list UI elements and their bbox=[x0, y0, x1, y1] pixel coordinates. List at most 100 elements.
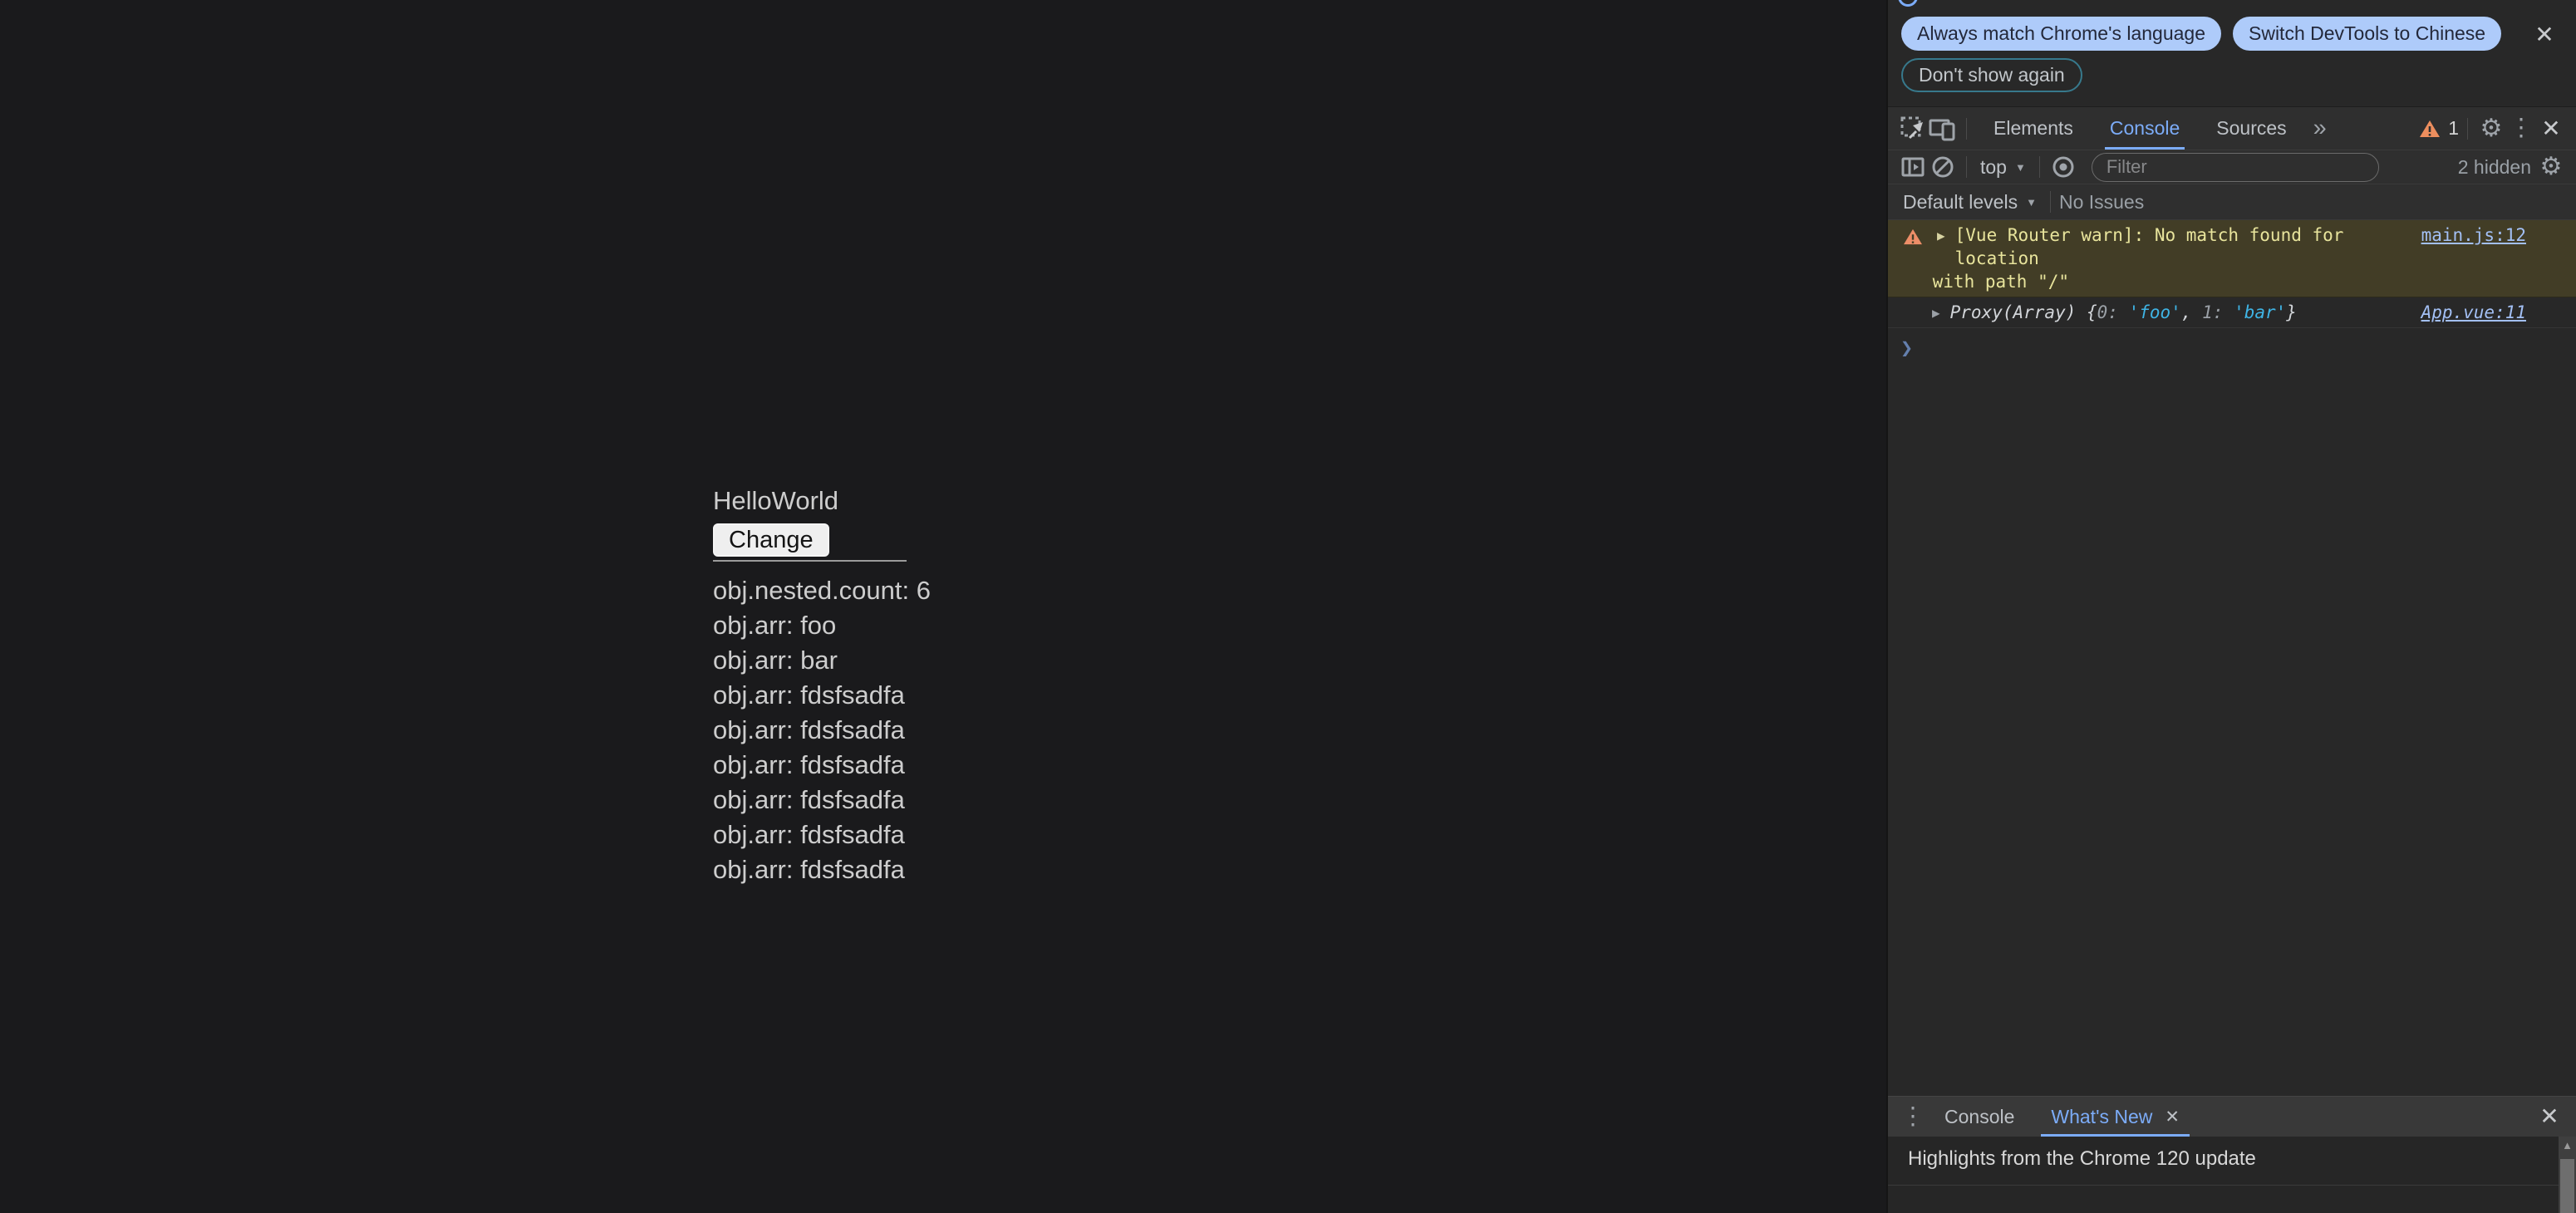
inspect-element-button[interactable] bbox=[1898, 114, 1928, 144]
chevron-down-icon: ▼ bbox=[2015, 161, 2026, 174]
source-link[interactable]: App.vue:11 bbox=[2421, 301, 2526, 324]
javascript-context-selector[interactable]: top ▼ bbox=[1975, 156, 2031, 179]
gear-icon: ⚙ bbox=[2480, 116, 2503, 141]
console-warning-row: ▶ [Vue Router warn]: No match found for … bbox=[1888, 220, 2576, 297]
drawer-tab-whats-new[interactable]: What's New ✕ bbox=[2033, 1097, 2198, 1137]
change-button[interactable]: Change bbox=[713, 523, 829, 557]
tab-console[interactable]: Console bbox=[2092, 107, 2198, 150]
always-match-language-button[interactable]: Always match Chrome's language bbox=[1901, 17, 2221, 51]
divider bbox=[1966, 156, 1967, 178]
issues-status[interactable]: No Issues bbox=[2059, 191, 2144, 214]
divider bbox=[2039, 156, 2040, 178]
array-key: 1 bbox=[2202, 302, 2213, 322]
comma: , bbox=[2181, 302, 2202, 322]
scrollbar[interactable]: ▲ bbox=[2559, 1137, 2576, 1213]
devtools-close-button[interactable]: ✕ bbox=[2536, 114, 2566, 144]
list-item: obj.nested.count: 6 bbox=[713, 573, 931, 608]
kebab-menu-icon: ⋮ bbox=[2510, 116, 2534, 140]
expand-arrow-icon[interactable]: ▶ bbox=[1937, 228, 1945, 243]
chevron-down-icon: ▼ bbox=[2026, 196, 2037, 209]
list-item: obj.arr: fdsfsadfa bbox=[713, 852, 931, 887]
language-banner-actions: Always match Chrome's language Switch De… bbox=[1901, 17, 2501, 51]
banner-close-button[interactable]: ✕ bbox=[2529, 20, 2559, 50]
console-log-row: ▶ Proxy(Array) {0: 'foo', 1: 'bar'} App.… bbox=[1888, 297, 2576, 328]
string-value: 'foo' bbox=[2129, 302, 2181, 322]
switch-devtools-language-button[interactable]: Switch DevTools to Chinese bbox=[2233, 17, 2501, 51]
colon: : bbox=[2213, 302, 2234, 322]
device-toolbar-icon bbox=[1929, 115, 1957, 142]
levels-label: Default levels bbox=[1903, 191, 2018, 214]
close-icon: ✕ bbox=[2539, 1105, 2559, 1128]
clear-console-button[interactable] bbox=[1928, 152, 1958, 182]
colon: : bbox=[2107, 302, 2128, 322]
warning-line-2: with path "/" bbox=[1933, 270, 2411, 293]
whats-new-heading: Highlights from the Chrome 120 update bbox=[1908, 1147, 2256, 1171]
device-toolbar-button[interactable] bbox=[1928, 114, 1958, 144]
inspect-cursor-icon bbox=[1900, 115, 1926, 142]
brace-close: } bbox=[2286, 302, 2297, 322]
devtools-menu-button[interactable]: ⋮ bbox=[2506, 114, 2536, 144]
clear-icon bbox=[1930, 155, 1955, 179]
dont-show-again-button[interactable]: Don't show again bbox=[1901, 58, 2082, 92]
console-toolbar: top ▼ 2 hidden ⚙ bbox=[1888, 150, 2576, 184]
drawer: ⋮ Console What's New ✕ ✕ Highlights from… bbox=[1888, 1096, 2576, 1213]
console-messages: ▶ [Vue Router warn]: No match found for … bbox=[1888, 219, 2576, 1096]
console-filter-bar: Default levels ▼ No Issues bbox=[1888, 184, 2576, 219]
sidebar-panel-icon bbox=[1900, 155, 1925, 179]
warning-triangle-icon bbox=[2419, 119, 2441, 139]
list-item: obj.arr: fdsfsadfa bbox=[713, 713, 931, 748]
list-item: obj.arr: bar bbox=[713, 643, 931, 678]
whats-new-panel: Highlights from the Chrome 120 update ▲ bbox=[1888, 1137, 2576, 1213]
page-title: HelloWorld bbox=[713, 486, 931, 516]
divider bbox=[1888, 1185, 2559, 1186]
warning-line-1: [Vue Router warn]: No match found for lo… bbox=[1955, 223, 2411, 270]
web-page-content: HelloWorld Change obj.nested.count: 6 ob… bbox=[713, 486, 931, 887]
devtools-tabbar: Elements Console Sources » 1 ⚙ ⋮ ✕ bbox=[1888, 106, 2576, 150]
console-prompt[interactable]: ❯ bbox=[1888, 328, 2576, 360]
context-label: top bbox=[1980, 156, 2007, 179]
warning-count: 1 bbox=[2448, 117, 2459, 140]
eye-icon bbox=[2051, 155, 2076, 179]
warnings-badge[interactable]: 1 bbox=[2419, 117, 2459, 140]
divider bbox=[2050, 191, 2051, 213]
scroll-up-arrow-icon[interactable]: ▲ bbox=[2559, 1139, 2576, 1152]
close-icon: ✕ bbox=[2541, 117, 2560, 140]
hidden-messages-toggle[interactable]: 2 hidden bbox=[2458, 156, 2531, 179]
drawer-menu-button[interactable]: ⋮ bbox=[1900, 1102, 1926, 1132]
tab-sources[interactable]: Sources bbox=[2198, 107, 2304, 150]
devtools-settings-button[interactable]: ⚙ bbox=[2476, 114, 2506, 144]
list-item: obj.arr: fdsfsadfa bbox=[713, 678, 931, 713]
console-empty-space bbox=[1888, 360, 2576, 1096]
log-message-text: Proxy(Array) {0: 'foo', 1: 'bar'} bbox=[1950, 301, 2411, 324]
console-settings-button[interactable]: ⚙ bbox=[2536, 152, 2566, 182]
list-item: obj.arr: fdsfsadfa bbox=[713, 748, 931, 783]
console-sidebar-button[interactable] bbox=[1898, 152, 1928, 182]
list-item: obj.arr: fdsfsadfa bbox=[713, 783, 931, 818]
expand-arrow-icon[interactable]: ▶ bbox=[1932, 305, 1940, 321]
list-item: obj.arr: foo bbox=[713, 608, 931, 643]
language-banner: Always match Chrome's language Switch De… bbox=[1888, 0, 2576, 106]
globe-icon bbox=[1898, 0, 1918, 7]
drawer-tab-console[interactable]: Console bbox=[1926, 1097, 2033, 1137]
source-link[interactable]: main.js:12 bbox=[2421, 223, 2526, 247]
more-tabs-button[interactable]: » bbox=[2305, 115, 2335, 142]
kebab-menu-icon: ⋮ bbox=[1901, 1105, 1925, 1129]
drawer-close-button[interactable]: ✕ bbox=[2534, 1102, 2564, 1132]
warning-triangle-icon bbox=[1903, 228, 1923, 246]
list-item: obj.arr: fdsfsadfa bbox=[713, 818, 931, 852]
proxy-label: Proxy(Array) bbox=[1950, 302, 2077, 322]
devtools-panel: Always match Chrome's language Switch De… bbox=[1886, 0, 2576, 1213]
gear-icon: ⚙ bbox=[2540, 155, 2563, 179]
console-filter-input[interactable] bbox=[2092, 153, 2379, 182]
divider bbox=[2467, 118, 2468, 140]
divider bbox=[1966, 118, 1967, 140]
scrollbar-thumb[interactable] bbox=[2560, 1159, 2574, 1213]
array-key: 0 bbox=[2097, 302, 2108, 322]
brace-open: { bbox=[2076, 302, 2097, 322]
drawer-tabbar: ⋮ Console What's New ✕ ✕ bbox=[1888, 1097, 2576, 1137]
prompt-chevron-icon: ❯ bbox=[1900, 336, 1913, 360]
log-levels-selector[interactable]: Default levels ▼ bbox=[1898, 191, 2042, 214]
close-tab-icon[interactable]: ✕ bbox=[2165, 1107, 2180, 1127]
live-expression-button[interactable] bbox=[2048, 152, 2078, 182]
tab-elements[interactable]: Elements bbox=[1975, 107, 2092, 150]
